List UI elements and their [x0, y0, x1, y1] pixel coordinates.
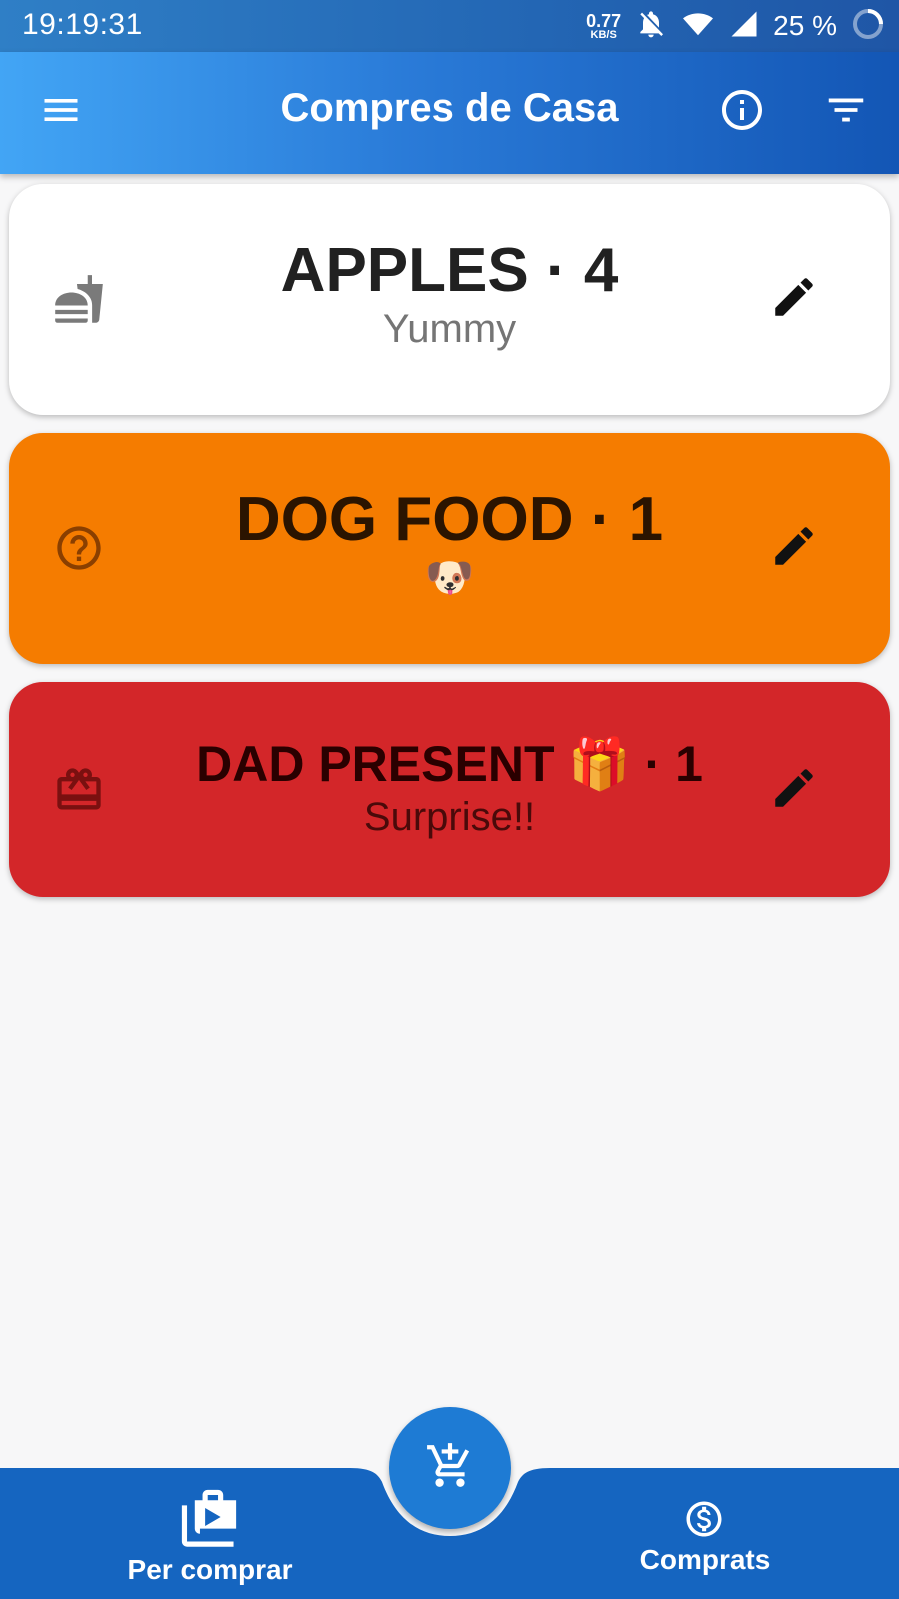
- item-title: DOG FOOD · 1: [235, 485, 664, 554]
- dollar-circle-icon: [683, 1498, 725, 1545]
- add-item-fab[interactable]: [389, 1407, 511, 1529]
- help-circle-icon: [51, 520, 107, 576]
- pencil-icon: [769, 763, 819, 818]
- item-text: DOG FOOD · 1 🐶: [129, 487, 770, 601]
- notifications-off-icon: [635, 7, 667, 46]
- network-speed-value: 0.77: [586, 10, 622, 31]
- cell-signal-icon: [729, 9, 759, 44]
- info-icon: [718, 86, 766, 139]
- status-bar: 19:19:31 0.77 KB/S 25 %: [0, 0, 899, 52]
- tab-per-comprar-label: Per comprar: [127, 1554, 293, 1585]
- item-text: DAD PRESENT 🎁 · 1 Surprise!!: [129, 736, 770, 840]
- tab-per-comprar[interactable]: Per comprar: [125, 1468, 295, 1599]
- gift-card-icon: [51, 762, 107, 818]
- shop-video-icon: [177, 1486, 241, 1553]
- item-subtitle: Surprise!!: [363, 795, 536, 839]
- item-subtitle: 🐶: [424, 556, 475, 600]
- network-speed: 0.77 KB/S: [586, 12, 621, 41]
- wifi-icon: [681, 9, 715, 44]
- filter-icon: [823, 87, 869, 138]
- tab-comprats-label: Comprats: [639, 1544, 771, 1575]
- item-subtitle: Yummy: [382, 307, 517, 351]
- app-bar: Compres de Casa: [0, 52, 899, 174]
- list-item[interactable]: APPLES · 4 Yummy: [9, 184, 890, 415]
- item-text: APPLES · 4 Yummy: [129, 238, 770, 352]
- item-title: DAD PRESENT 🎁 · 1: [196, 736, 703, 792]
- network-speed-unit: KB/S: [590, 28, 617, 41]
- add-to-cart-icon: [425, 1441, 475, 1496]
- info-button[interactable]: [712, 82, 772, 142]
- list-item[interactable]: DOG FOOD · 1 🐶: [9, 433, 890, 664]
- pencil-icon: [769, 521, 819, 576]
- edit-button[interactable]: [766, 520, 822, 576]
- tab-comprats[interactable]: Comprats: [625, 1468, 785, 1599]
- list-item[interactable]: DAD PRESENT 🎁 · 1 Surprise!!: [9, 682, 890, 897]
- battery-ring-icon: [851, 7, 885, 46]
- filter-button[interactable]: [816, 82, 876, 142]
- battery-percent: 25 %: [773, 10, 837, 41]
- item-title: APPLES · 4: [280, 236, 619, 305]
- fastfood-icon: [51, 271, 107, 327]
- edit-button[interactable]: [766, 762, 822, 818]
- status-indicators: 0.77 KB/S 25 %: [586, 6, 885, 46]
- pencil-icon: [769, 272, 819, 327]
- status-time: 19:19:31: [22, 8, 143, 41]
- edit-button[interactable]: [766, 271, 822, 327]
